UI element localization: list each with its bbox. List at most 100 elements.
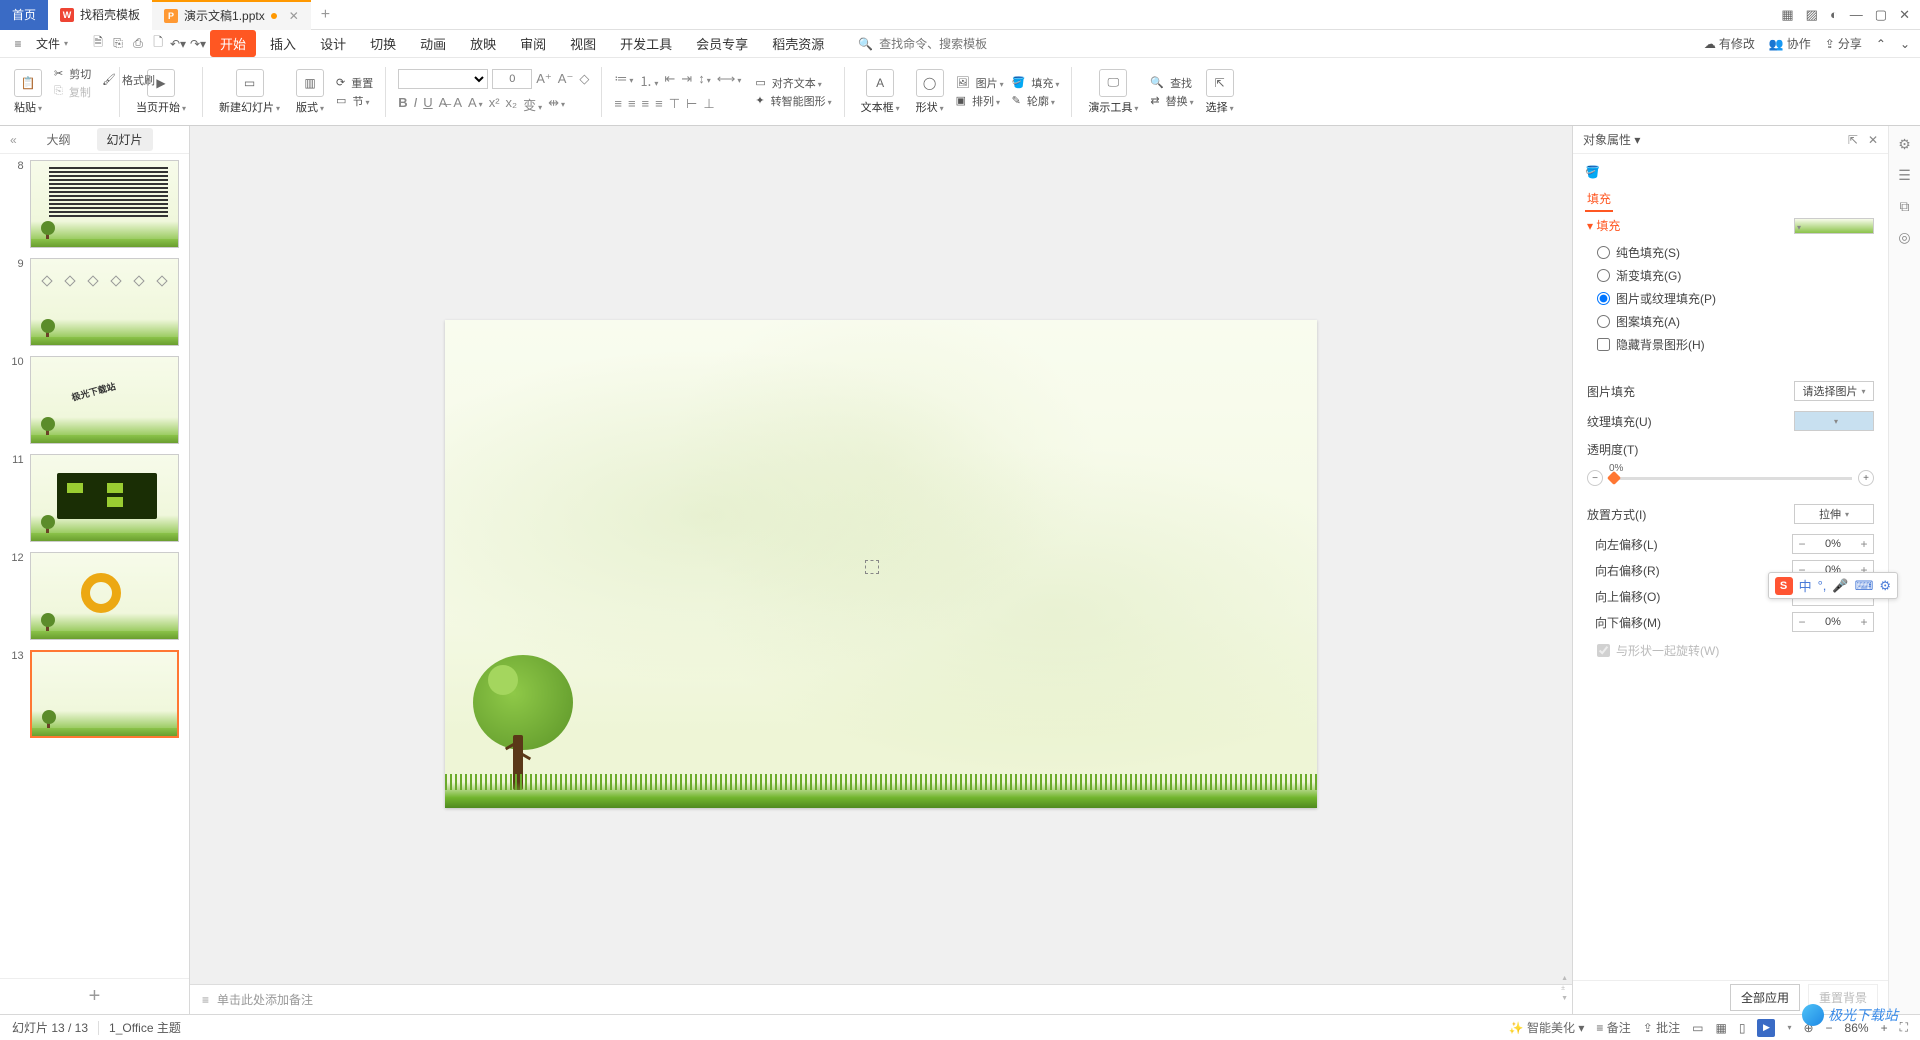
slide-thumb-11[interactable]: [30, 454, 179, 542]
underline-icon[interactable]: U: [423, 95, 432, 114]
decrease-opacity-button[interactable]: −: [1587, 470, 1603, 486]
collaborate-button[interactable]: 👥协作: [1769, 35, 1811, 52]
slide-thumb-9[interactable]: [30, 258, 179, 346]
picture-fill-dropdown[interactable]: 请选择图片: [1794, 381, 1874, 401]
slide-thumb-13[interactable]: [30, 650, 179, 738]
layout-grid-icon[interactable]: ▦: [1781, 7, 1793, 23]
radio-picture-fill[interactable]: 图片或纹理填充(P): [1587, 290, 1874, 307]
font-color-icon[interactable]: A: [453, 95, 462, 114]
fill-preview-swatch[interactable]: [1794, 218, 1874, 234]
slide-thumb-10[interactable]: 极光下载站: [30, 356, 179, 444]
sorter-view-icon[interactable]: ▦: [1716, 1021, 1727, 1035]
maximize-button[interactable]: ▢: [1875, 7, 1887, 23]
print-icon[interactable]: ⎙: [130, 36, 146, 52]
hamburger-icon[interactable]: ≡: [10, 36, 26, 52]
image-button[interactable]: 🖼 图片: [956, 75, 1004, 91]
apply-all-button[interactable]: 全部应用: [1730, 984, 1800, 1011]
smart-art-button[interactable]: ✦ 转智能图形: [755, 93, 831, 109]
line-spacing-icon[interactable]: ↕: [698, 71, 711, 90]
copy-button[interactable]: ⎘ 复制: [54, 84, 107, 100]
smart-beautify-button[interactable]: ✨ 智能美化 ▾: [1509, 1019, 1585, 1036]
menu-start[interactable]: 开始: [210, 30, 256, 57]
user-avatar-icon[interactable]: ◐: [1830, 7, 1838, 22]
modified-indicator[interactable]: ☁有修改: [1704, 35, 1755, 52]
shape-button[interactable]: ◯形状: [912, 69, 948, 115]
format-painter-button[interactable]: 🖌格式刷: [102, 72, 155, 88]
bold-icon[interactable]: B: [398, 95, 407, 114]
decrease-font-icon[interactable]: A⁻: [558, 71, 574, 87]
arrange-button[interactable]: ▣ 排列: [956, 93, 1004, 109]
command-search[interactable]: 🔍: [858, 37, 1019, 51]
outline-tab[interactable]: 大纲: [36, 128, 80, 151]
decrease-indent-icon[interactable]: ⇤: [664, 71, 675, 90]
align-bot-icon[interactable]: ⊥: [703, 96, 714, 112]
strike-icon[interactable]: A̶: [439, 95, 448, 114]
offset-left-stepper[interactable]: −0%+: [1792, 534, 1874, 554]
notes-bar[interactable]: ≡ 单击此处添加备注: [190, 984, 1572, 1014]
share-button[interactable]: ⇪分享: [1825, 35, 1862, 52]
chevron-down-icon[interactable]: ⌄: [1900, 37, 1910, 51]
minimize-button[interactable]: —: [1850, 7, 1863, 22]
fill-button[interactable]: 🪣 填充: [1012, 75, 1060, 91]
menu-slideshow[interactable]: 放映: [460, 30, 506, 57]
slide-thumb-12[interactable]: [30, 552, 179, 640]
font-size-input[interactable]: [492, 69, 532, 89]
search-input[interactable]: [879, 37, 1019, 51]
ime-keyboard-icon[interactable]: ⌨: [1855, 578, 1874, 594]
close-panel-icon[interactable]: ✕: [1868, 133, 1878, 147]
undo-icon[interactable]: ↶▾: [170, 36, 186, 52]
align-top-icon[interactable]: ⊤: [669, 96, 680, 112]
tab-close-icon[interactable]: ✕: [289, 9, 299, 23]
ime-toolbar[interactable]: S 中 °, 🎤 ⌨ ⚙: [1768, 572, 1898, 599]
collapse-panel-icon[interactable]: «: [10, 133, 17, 147]
check-hide-bg[interactable]: 隐藏背景图形(H): [1587, 336, 1874, 353]
fit-window-icon[interactable]: ⛶: [1900, 1020, 1908, 1035]
menu-dev[interactable]: 开发工具: [610, 30, 682, 57]
ime-settings-icon[interactable]: ⚙: [1879, 578, 1891, 594]
bullets-icon[interactable]: ≔: [614, 71, 633, 90]
superscript-icon[interactable]: x²: [489, 95, 500, 114]
subscript-icon[interactable]: x₂: [506, 95, 518, 114]
cut-button[interactable]: ✂ 剪切: [54, 66, 107, 82]
redo-icon[interactable]: ↷▾: [190, 36, 206, 52]
outline-button[interactable]: ✎ 轮廓: [1012, 93, 1060, 109]
add-slide-button[interactable]: +: [0, 978, 189, 1014]
ime-lang[interactable]: 中: [1799, 576, 1812, 595]
new-slide-button[interactable]: ▭新建幻灯片: [215, 69, 284, 115]
offset-bottom-stepper[interactable]: −0%+: [1792, 612, 1874, 632]
increase-font-icon[interactable]: A⁺: [536, 71, 552, 87]
char-spacing-icon[interactable]: ⇹: [548, 95, 565, 114]
reading-view-icon[interactable]: ▯: [1739, 1021, 1746, 1035]
save-icon[interactable]: 🗎: [90, 36, 106, 52]
tab-home[interactable]: 首页: [0, 0, 48, 30]
menu-design[interactable]: 设计: [310, 30, 356, 57]
file-menu[interactable]: 文件▾: [30, 33, 74, 54]
replace-button[interactable]: ⇄ 替换: [1150, 93, 1193, 109]
align-left-icon[interactable]: ≡: [614, 96, 622, 112]
link-icon[interactable]: ⧉: [1900, 198, 1910, 215]
menu-review[interactable]: 审阅: [510, 30, 556, 57]
texture-fill-dropdown[interactable]: [1794, 411, 1874, 431]
menu-vip[interactable]: 会员专享: [686, 30, 758, 57]
clear-format-icon[interactable]: ◇: [579, 71, 589, 87]
find-button[interactable]: 🔍 查找: [1150, 75, 1193, 91]
align-right-icon[interactable]: ≡: [642, 96, 650, 112]
align-mid-icon[interactable]: ⊢: [686, 96, 697, 112]
app-grid-icon[interactable]: ▨: [1806, 7, 1818, 23]
ime-punct-icon[interactable]: °,: [1818, 578, 1827, 593]
increase-indent-icon[interactable]: ⇥: [681, 71, 692, 90]
menu-view[interactable]: 视图: [560, 30, 606, 57]
fill-section-header[interactable]: ▾ 填充: [1587, 217, 1874, 234]
target-icon[interactable]: ◎: [1898, 229, 1910, 246]
italic-icon[interactable]: I: [414, 95, 418, 114]
menu-transition[interactable]: 切换: [360, 30, 406, 57]
style-icon[interactable]: ☰: [1898, 167, 1911, 184]
comments-toggle[interactable]: ⇪ 批注: [1643, 1019, 1680, 1036]
text-effect-icon[interactable]: 变: [523, 95, 542, 114]
normal-view-icon[interactable]: ▭: [1692, 1021, 1703, 1035]
chevron-up-icon[interactable]: ⌃: [1876, 37, 1886, 51]
opacity-slider[interactable]: − 0% +: [1587, 470, 1874, 486]
export-icon[interactable]: ⎘: [110, 36, 126, 52]
increase-opacity-button[interactable]: +: [1858, 470, 1874, 486]
radio-solid-fill[interactable]: 纯色填充(S): [1587, 244, 1874, 261]
